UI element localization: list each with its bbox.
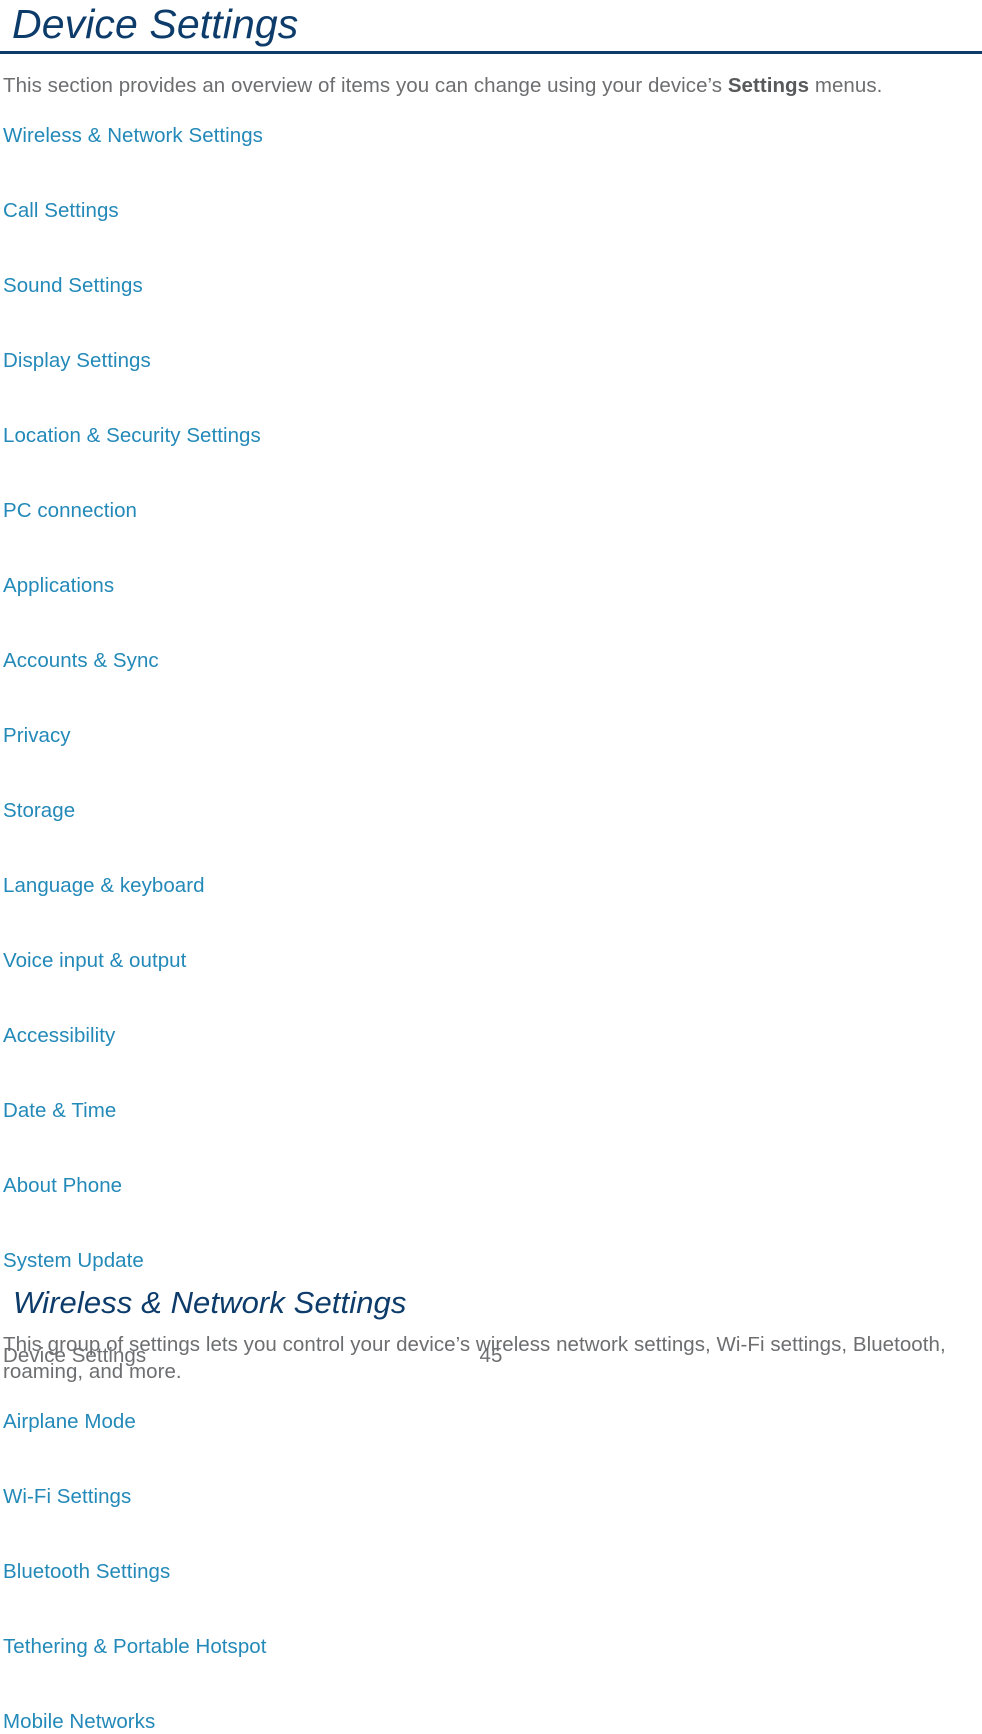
intro-paragraph-before: This section provides an overview of ite… bbox=[3, 74, 728, 97]
toc-spacer bbox=[0, 223, 982, 274]
toc-link-list: Wireless & Network Settings Call Setting… bbox=[0, 124, 982, 1273]
section-link-tethering-portable-hotspot[interactable]: Tethering & Portable Hotspot bbox=[0, 1635, 982, 1659]
toc-spacer bbox=[0, 973, 982, 1024]
toc-link-date-time[interactable]: Date & Time bbox=[0, 1099, 982, 1123]
toc-spacer bbox=[0, 748, 982, 799]
toc-link-accessibility[interactable]: Accessibility bbox=[0, 1024, 982, 1048]
toc-link-accounts-sync[interactable]: Accounts & Sync bbox=[0, 649, 982, 673]
toc-spacer bbox=[0, 373, 982, 424]
toc-spacer bbox=[0, 148, 982, 199]
section-heading-wireless-network: Wireless & Network Settings bbox=[13, 1285, 407, 1320]
page-footer: Device Settings 45 bbox=[0, 1342, 982, 1370]
toc-spacer bbox=[0, 598, 982, 649]
toc-link-applications[interactable]: Applications bbox=[0, 574, 982, 598]
toc-link-voice-input-output[interactable]: Voice input & output bbox=[0, 949, 982, 973]
toc-spacer bbox=[0, 1123, 982, 1174]
spacer-before-toc bbox=[0, 99, 982, 124]
section-link-mobile-networks[interactable]: Mobile Networks bbox=[0, 1710, 982, 1734]
section-link-wifi-settings[interactable]: Wi-Fi Settings bbox=[0, 1485, 982, 1509]
spacer-before-section-links bbox=[0, 1385, 982, 1410]
toc-link-call-settings[interactable]: Call Settings bbox=[0, 199, 982, 223]
spacer-after-section-heading bbox=[0, 1320, 982, 1331]
section-link-airplane-mode[interactable]: Airplane Mode bbox=[0, 1410, 982, 1434]
toc-spacer bbox=[0, 673, 982, 724]
toc-spacer bbox=[0, 1198, 982, 1249]
toc-link-location-security-settings[interactable]: Location & Security Settings bbox=[0, 424, 982, 448]
page-title: Device Settings bbox=[12, 1, 299, 47]
intro-paragraph-bold: Settings bbox=[727, 74, 810, 97]
intro-paragraph-after: menus. bbox=[809, 74, 883, 97]
toc-link-system-update[interactable]: System Update bbox=[0, 1249, 982, 1273]
section-link-bluetooth-settings[interactable]: Bluetooth Settings bbox=[0, 1560, 982, 1584]
toc-spacer bbox=[0, 823, 982, 874]
toc-link-sound-settings[interactable]: Sound Settings bbox=[0, 274, 982, 298]
toc-spacer bbox=[0, 898, 982, 949]
section-link-list: Airplane Mode Wi-Fi Settings Bluetooth S… bbox=[0, 1410, 982, 1734]
document-page: Device Settings This section provides an… bbox=[0, 0, 982, 1733]
toc-spacer bbox=[0, 523, 982, 574]
footer-page-number: 45 bbox=[479, 1344, 503, 1367]
toc-link-pc-connection[interactable]: PC connection bbox=[0, 499, 982, 523]
toc-link-language-keyboard[interactable]: Language & keyboard bbox=[0, 874, 982, 898]
toc-spacer bbox=[0, 448, 982, 499]
toc-link-privacy[interactable]: Privacy bbox=[0, 724, 982, 748]
toc-link-wireless-network-settings[interactable]: Wireless & Network Settings bbox=[0, 124, 982, 148]
toc-spacer bbox=[0, 1048, 982, 1099]
spacer-after-title-rule bbox=[0, 54, 982, 72]
toc-link-storage[interactable]: Storage bbox=[0, 799, 982, 823]
intro-paragraph: This section provides an overview of ite… bbox=[0, 72, 982, 99]
toc-link-about-phone[interactable]: About Phone bbox=[0, 1174, 982, 1198]
toc-link-display-settings[interactable]: Display Settings bbox=[0, 349, 982, 373]
toc-spacer bbox=[0, 298, 982, 349]
